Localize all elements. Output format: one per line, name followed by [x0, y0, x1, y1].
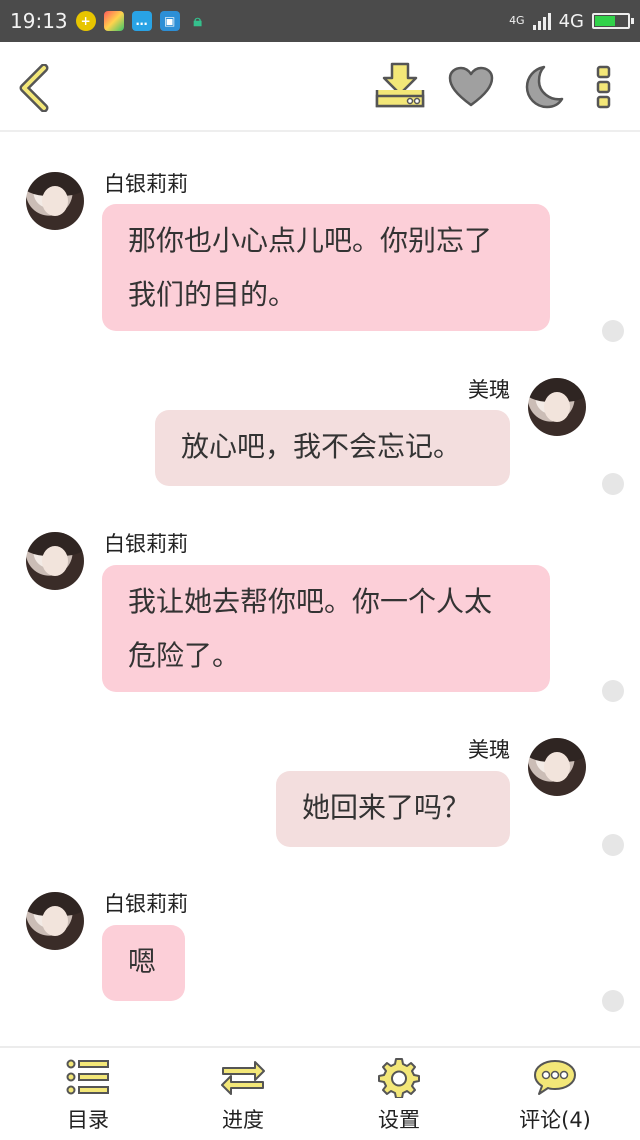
message-status-dot: [602, 473, 624, 495]
avatar[interactable]: [528, 378, 586, 436]
sender-name: 美瑰: [468, 378, 510, 402]
tab-label: 目录: [67, 1108, 109, 1132]
sender-name: 白银莉莉: [104, 172, 188, 196]
message-status-dot: [602, 834, 624, 856]
battery-icon: [592, 13, 634, 29]
arrows-swap-icon: [221, 1061, 265, 1095]
message-bubble[interactable]: 那你也小心点儿吧。你别忘了 我们的目的。: [102, 204, 550, 331]
top-toolbar: [0, 42, 640, 132]
plus-icon: +: [75, 11, 96, 31]
message-bubble[interactable]: 放心吧，我不会忘记。: [155, 410, 510, 486]
status-bar: 19:13 + … ▣ 🔒︎ 4G 4G: [0, 0, 640, 42]
lock-icon: 🔒︎: [193, 11, 202, 30]
tab-settings[interactable]: 设置: [319, 1048, 479, 1140]
status-right: 4G 4G: [509, 10, 634, 32]
more-vertical-icon: [596, 65, 611, 109]
chat-icon: …: [131, 11, 152, 31]
avatar[interactable]: [26, 172, 84, 230]
gear-icon: [378, 1058, 420, 1098]
tab-comments[interactable]: 评论(4): [475, 1048, 635, 1140]
sender-name: 白银莉莉: [104, 532, 188, 556]
moon-icon: [525, 65, 564, 109]
night-mode-button[interactable]: [520, 64, 564, 114]
heart-icon: [448, 66, 494, 107]
message-line: 她回来了吗？: [302, 791, 471, 824]
message-status-dot: [602, 320, 624, 342]
favorite-button[interactable]: [448, 66, 494, 112]
message-line: 嗯: [128, 945, 157, 978]
signal-icon: [532, 12, 551, 30]
sender-name: 白银莉莉: [104, 892, 188, 916]
tab-progress[interactable]: 进度: [163, 1048, 323, 1140]
bottom-nav: 目录 进度 设置 评论(4): [0, 1046, 640, 1138]
avatar[interactable]: [528, 738, 586, 796]
avatar[interactable]: [26, 532, 84, 590]
download-icon: [375, 62, 425, 108]
tab-label: 进度: [222, 1108, 264, 1132]
comment-bubble-icon: [534, 1060, 576, 1095]
message-line: 我们的目的。: [128, 278, 297, 311]
message-line: 那你也小心点儿吧。你别忘了: [128, 224, 493, 257]
message-bubble[interactable]: 我让她去帮你吧。你一个人太 危险了。: [102, 565, 550, 692]
sender-name: 美瑰: [468, 738, 510, 762]
back-button[interactable]: [14, 63, 54, 116]
avatar[interactable]: [26, 892, 84, 950]
tab-contents[interactable]: 目录: [8, 1048, 168, 1140]
more-button[interactable]: [594, 64, 614, 114]
message-line: 我让她去帮你吧。你一个人太: [128, 585, 493, 618]
tab-label: 评论(4): [519, 1108, 591, 1132]
scan-icon: ▣: [159, 11, 180, 31]
chevron-left-icon: [19, 63, 49, 113]
network-label: 4G: [558, 10, 584, 32]
message-status-dot: [602, 680, 624, 702]
gallery-icon: [103, 11, 124, 31]
list-icon: [66, 1059, 109, 1095]
message-bubble[interactable]: 嗯: [102, 925, 185, 1001]
message-bubble[interactable]: 她回来了吗？: [276, 771, 510, 847]
message-status-dot: [602, 990, 624, 1012]
tab-label: 设置: [378, 1108, 420, 1132]
network-small-label: 4G: [509, 14, 525, 27]
download-button[interactable]: [374, 62, 426, 114]
message-line: 放心吧，我不会忘记。: [181, 430, 462, 463]
status-time: 19:13: [10, 9, 68, 33]
chat-message-list[interactable]: 白银莉莉 那你也小心点儿吧。你别忘了 我们的目的。 美瑰 放心吧，我不会忘记。 …: [0, 134, 640, 1046]
message-line: 危险了。: [128, 639, 241, 672]
